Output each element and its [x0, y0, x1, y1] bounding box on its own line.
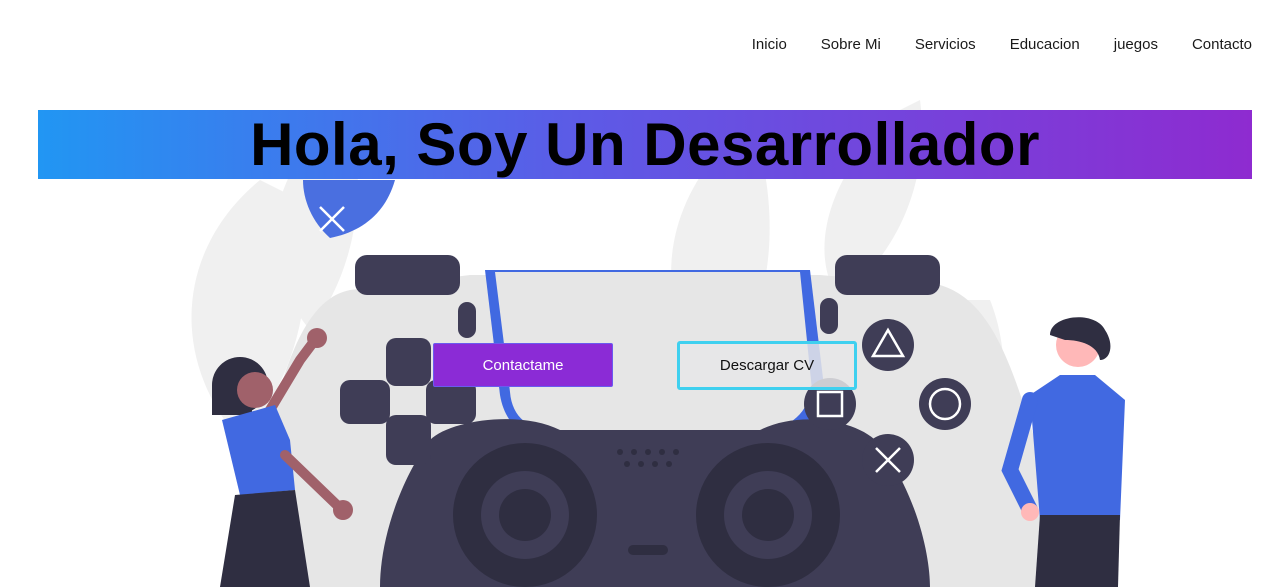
hero-banner: Hola, Soy Un Desarrollador	[38, 110, 1252, 179]
nav-servicios[interactable]: Servicios	[915, 36, 976, 53]
nav-contacto[interactable]: Contacto	[1192, 36, 1252, 53]
top-nav: Inicio Sobre Mi Servicios Educacion jueg…	[718, 36, 1252, 53]
gamepad-illustration	[191, 100, 1125, 587]
nav-juegos[interactable]: juegos	[1114, 36, 1158, 53]
contact-button[interactable]: Contactame	[433, 343, 613, 387]
nav-sobre-mi[interactable]: Sobre Mi	[821, 36, 881, 53]
nav-educacion[interactable]: Educacion	[1010, 36, 1080, 53]
controller	[249, 255, 1060, 587]
download-cv-button[interactable]: Descargar CV	[677, 341, 857, 390]
hero-title: Hola, Soy Un Desarrollador	[250, 111, 1040, 178]
nav-inicio[interactable]: Inicio	[752, 36, 787, 53]
